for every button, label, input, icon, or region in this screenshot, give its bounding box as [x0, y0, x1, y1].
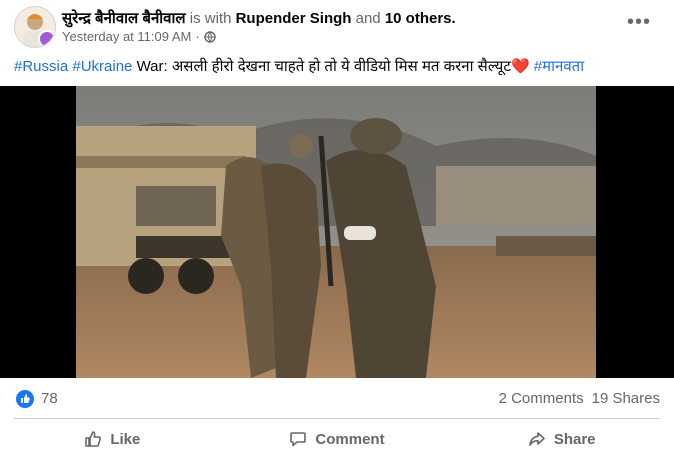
reactions-bar: 78 2 Comments 19 Shares [0, 384, 674, 412]
post-meta: Yesterday at 11:09 AM · [62, 29, 216, 44]
avatar[interactable] [14, 6, 56, 48]
heart-emoji: ❤️ [510, 58, 530, 75]
caption-text: War: असली हीरो देखना चाहते हो तो ये वीडि… [136, 58, 511, 75]
hashtag-ukraine[interactable]: #Ukraine [72, 58, 132, 75]
video-still [76, 86, 596, 378]
more-options-button[interactable]: ••• [624, 11, 654, 34]
shares-count[interactable]: 19 Shares [592, 390, 660, 407]
comment-icon [290, 432, 307, 447]
post-caption: #Russia #Ukraine War: असली हीरो देखना चा… [14, 56, 664, 76]
post-header: सुरेन्द्र बैनीवाल बैनीवाल is with Rupend… [0, 0, 674, 50]
video-player[interactable] [0, 86, 674, 378]
comments-count[interactable]: 2 Comments [499, 390, 584, 407]
globe-icon [204, 30, 216, 43]
comment-button[interactable]: Comment [225, 424, 450, 454]
hashtag-manavta[interactable]: #मानवता [534, 58, 584, 75]
author-name[interactable]: सुरेन्द्र बैनीवाल बैनीवाल [62, 10, 186, 27]
action-bar: Like Comment Share [0, 424, 674, 454]
avatar-badge-icon [38, 30, 55, 47]
engagement-stats: 2 Comments 19 Shares [499, 390, 660, 407]
thumbs-up-icon [85, 431, 102, 447]
and-text: and [355, 10, 381, 27]
meta-separator: · [195, 29, 200, 44]
tagged-person[interactable]: Rupender Singh [236, 10, 352, 27]
author-line: सुरेन्द्र बैनीवाल बैनीवाल is with Rupend… [62, 8, 456, 28]
reaction-count[interactable]: 78 [41, 390, 58, 407]
timestamp[interactable]: Yesterday at 11:09 AM [62, 29, 191, 44]
like-button[interactable]: Like [0, 424, 225, 454]
more-options-icon: ••• [626, 11, 651, 33]
like-label: Like [110, 430, 141, 448]
with-text: is with [189, 10, 232, 27]
hashtag-russia[interactable]: #Russia [14, 58, 68, 75]
video-frame[interactable] [76, 86, 596, 378]
others-link[interactable]: 10 others. [385, 10, 456, 27]
share-label: Share [553, 430, 596, 448]
divider [14, 418, 660, 419]
comment-label: Comment [315, 430, 385, 448]
share-button[interactable]: Share [449, 424, 674, 454]
like-reaction-icon[interactable] [16, 390, 34, 408]
share-icon [529, 432, 545, 446]
